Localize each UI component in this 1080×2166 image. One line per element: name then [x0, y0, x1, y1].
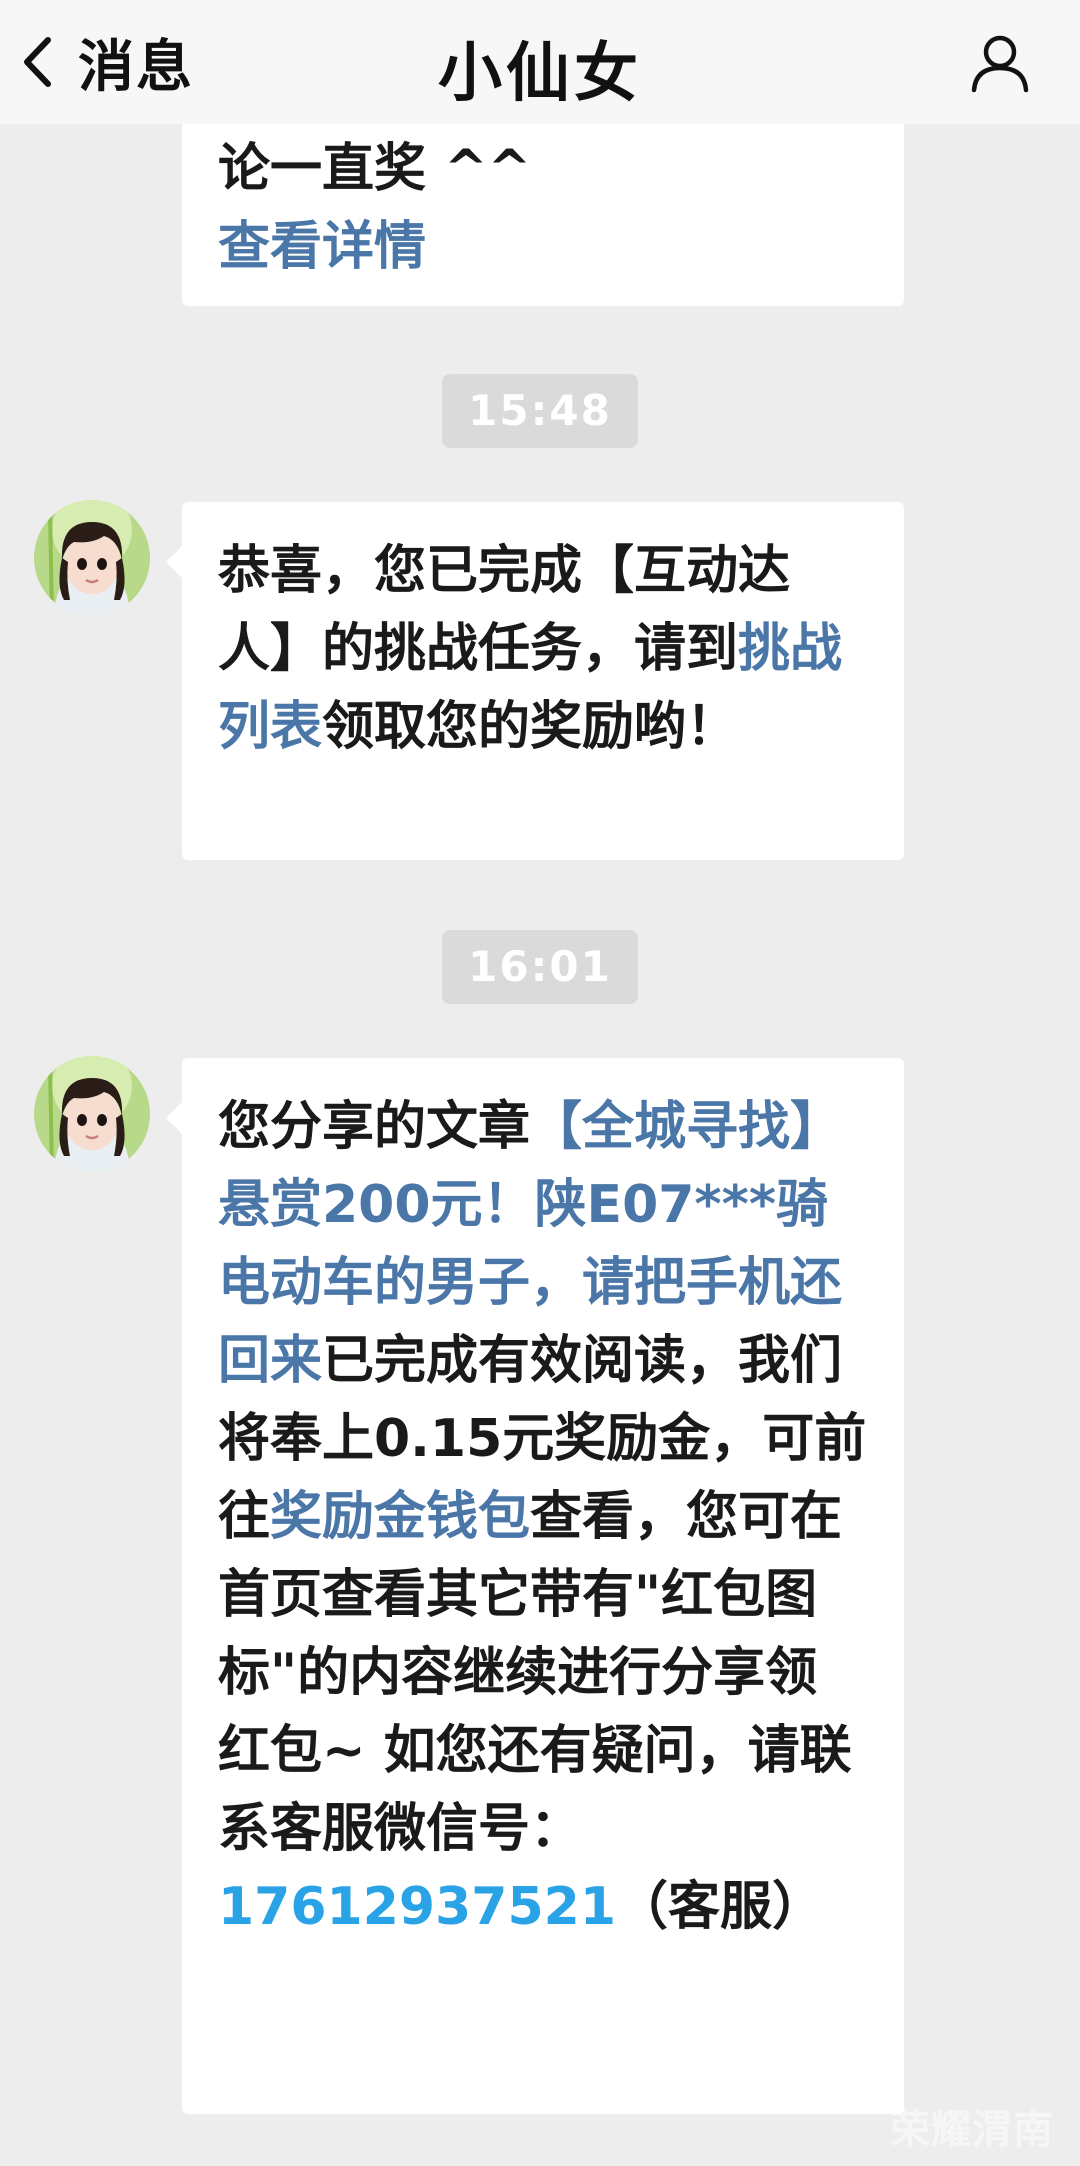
watermark: 荣耀渭南	[890, 2098, 1054, 2154]
message-text: 论一直奖 ^^	[218, 139, 532, 199]
watermark-text: 荣耀渭南	[890, 2107, 1054, 2153]
view-details-link[interactable]: 查看详情	[218, 208, 868, 286]
bubble-tail	[166, 546, 182, 578]
bubble-tail	[166, 1102, 182, 1134]
timestamp: 15:48	[442, 374, 638, 448]
timestamp: 16:01	[442, 930, 638, 1004]
message-text: 您分享的文章	[218, 1097, 531, 1157]
message-bubble[interactable]: 您分享的文章【全城寻找】悬赏200元！陕E07***骑电动车的男子，请把手机还回…	[166, 1058, 904, 2114]
person-icon	[968, 35, 1032, 98]
avatar[interactable]	[34, 1056, 150, 1172]
chat-area[interactable]: 论一直奖 ^^ 查看详情 15:48 恭喜，您已完成【互动达人】的挑战任务，请到…	[0, 0, 1080, 2166]
message-text: 领取您的奖励哟！	[322, 697, 739, 757]
profile-button[interactable]	[968, 30, 1032, 94]
page-title: 小仙女	[438, 37, 642, 111]
message-bubble[interactable]: 恭喜，您已完成【互动达人】的挑战任务，请到挑战列表领取您的奖励哟！	[166, 502, 904, 860]
message-text: （客服）	[616, 1877, 825, 1937]
wechat-id-link[interactable]: 17612937521	[218, 1877, 616, 1937]
avatar[interactable]	[34, 500, 150, 616]
message-text: 恭喜，您已完成【互动达人】的挑战任务，请到	[218, 541, 791, 679]
reward-wallet-link[interactable]: 奖励金钱包	[270, 1487, 530, 1547]
top-bar: 消息 小仙女	[0, 0, 1080, 124]
